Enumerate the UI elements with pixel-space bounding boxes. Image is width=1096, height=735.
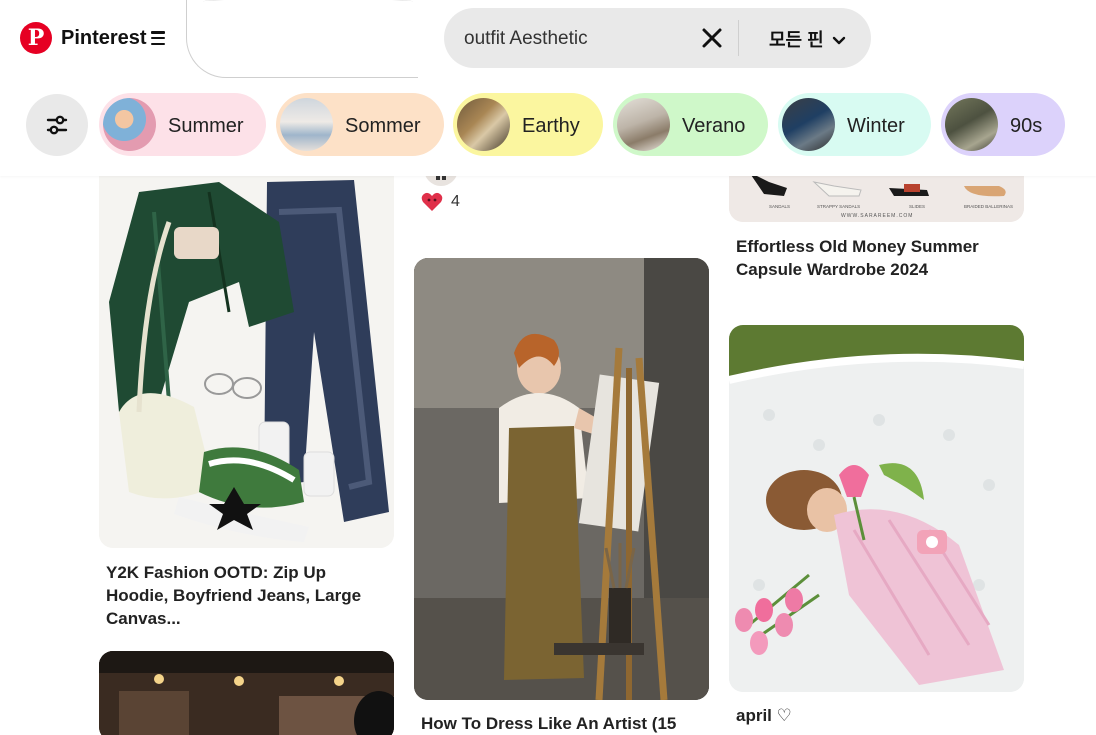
- filter-sliders-icon: [46, 115, 68, 135]
- chip-label: Sommer: [345, 115, 421, 137]
- chip-thumbnail: [945, 98, 998, 151]
- faded-overlay-outline: [186, 0, 418, 78]
- shoe-label: SANDALS: [769, 204, 790, 209]
- hamburger-menu-icon[interactable]: [151, 31, 165, 45]
- chip-verano[interactable]: Verano: [613, 93, 768, 156]
- chip-label: Verano: [682, 115, 746, 137]
- chip-90s[interactable]: 90s: [941, 93, 1065, 156]
- heart-reaction-icon: [421, 192, 443, 211]
- search-bar[interactable]: 모든 핀: [444, 8, 871, 68]
- pin-title[interactable]: How To Dress Like An Artist (15: [421, 712, 706, 735]
- chip-sommer[interactable]: Sommer: [276, 93, 444, 156]
- chip-summer[interactable]: Summer: [99, 93, 266, 156]
- chip-thumbnail: [280, 98, 333, 151]
- pinterest-logo[interactable]: P Pinterest: [20, 22, 147, 54]
- chip-thumbnail: [457, 98, 510, 151]
- search-scope-dropdown[interactable]: 모든 핀: [769, 26, 846, 52]
- chip-earthy[interactable]: Earthy: [453, 93, 603, 156]
- chevron-down-icon: [832, 36, 845, 45]
- pin-image-artist[interactable]: [414, 258, 709, 700]
- pin-image-y2k-outfit[interactable]: [99, 152, 394, 548]
- search-scope-label: 모든 핀: [769, 30, 824, 50]
- chip-thumbnail: [782, 98, 835, 151]
- artist-painting-illustration: [414, 258, 709, 700]
- close-icon[interactable]: [700, 26, 724, 50]
- site-watermark: WWW.SARAREEM.COM: [841, 213, 913, 219]
- picnic-portrait-illustration: [729, 325, 1024, 692]
- outfit-collage-illustration: [99, 152, 394, 548]
- chip-thumbnail: [103, 98, 156, 151]
- chip-label: Winter: [847, 115, 905, 137]
- reaction-count: 4: [451, 193, 460, 210]
- pinterest-logo-icon[interactable]: P: [20, 22, 52, 54]
- top-header: P Pinterest 모든 핀 Summer Sommer: [0, 0, 1096, 176]
- chip-label: 90s: [1010, 115, 1043, 137]
- shoe-label: SLIDES: [909, 204, 925, 209]
- search-input[interactable]: [464, 24, 689, 54]
- chip-thumbnail: [617, 98, 670, 151]
- filter-button[interactable]: [26, 94, 88, 156]
- chip-label: Summer: [168, 115, 244, 137]
- shoe-label: STRAPPY SANDALS: [817, 204, 860, 209]
- cafe-interior-illustration: [99, 651, 394, 735]
- pin-title[interactable]: Effortless Old Money Summer Capsule Ward…: [736, 235, 1021, 281]
- pin-image-picnic[interactable]: [729, 325, 1024, 692]
- pin-title[interactable]: Y2K Fashion OOTD: Zip Up Hoodie, Boyfrie…: [106, 561, 391, 630]
- chip-winter[interactable]: Winter: [778, 93, 931, 156]
- shoe-label: BRAIDED BALLERINAS: [964, 204, 1013, 209]
- pin-image-cafe[interactable]: [99, 651, 394, 735]
- search-divider: [738, 20, 739, 56]
- chip-label: Earthy: [522, 115, 580, 137]
- brand-name[interactable]: Pinterest: [61, 27, 147, 50]
- pin-reactions[interactable]: 4: [421, 192, 460, 212]
- pin-title[interactable]: april ♡: [736, 704, 1021, 727]
